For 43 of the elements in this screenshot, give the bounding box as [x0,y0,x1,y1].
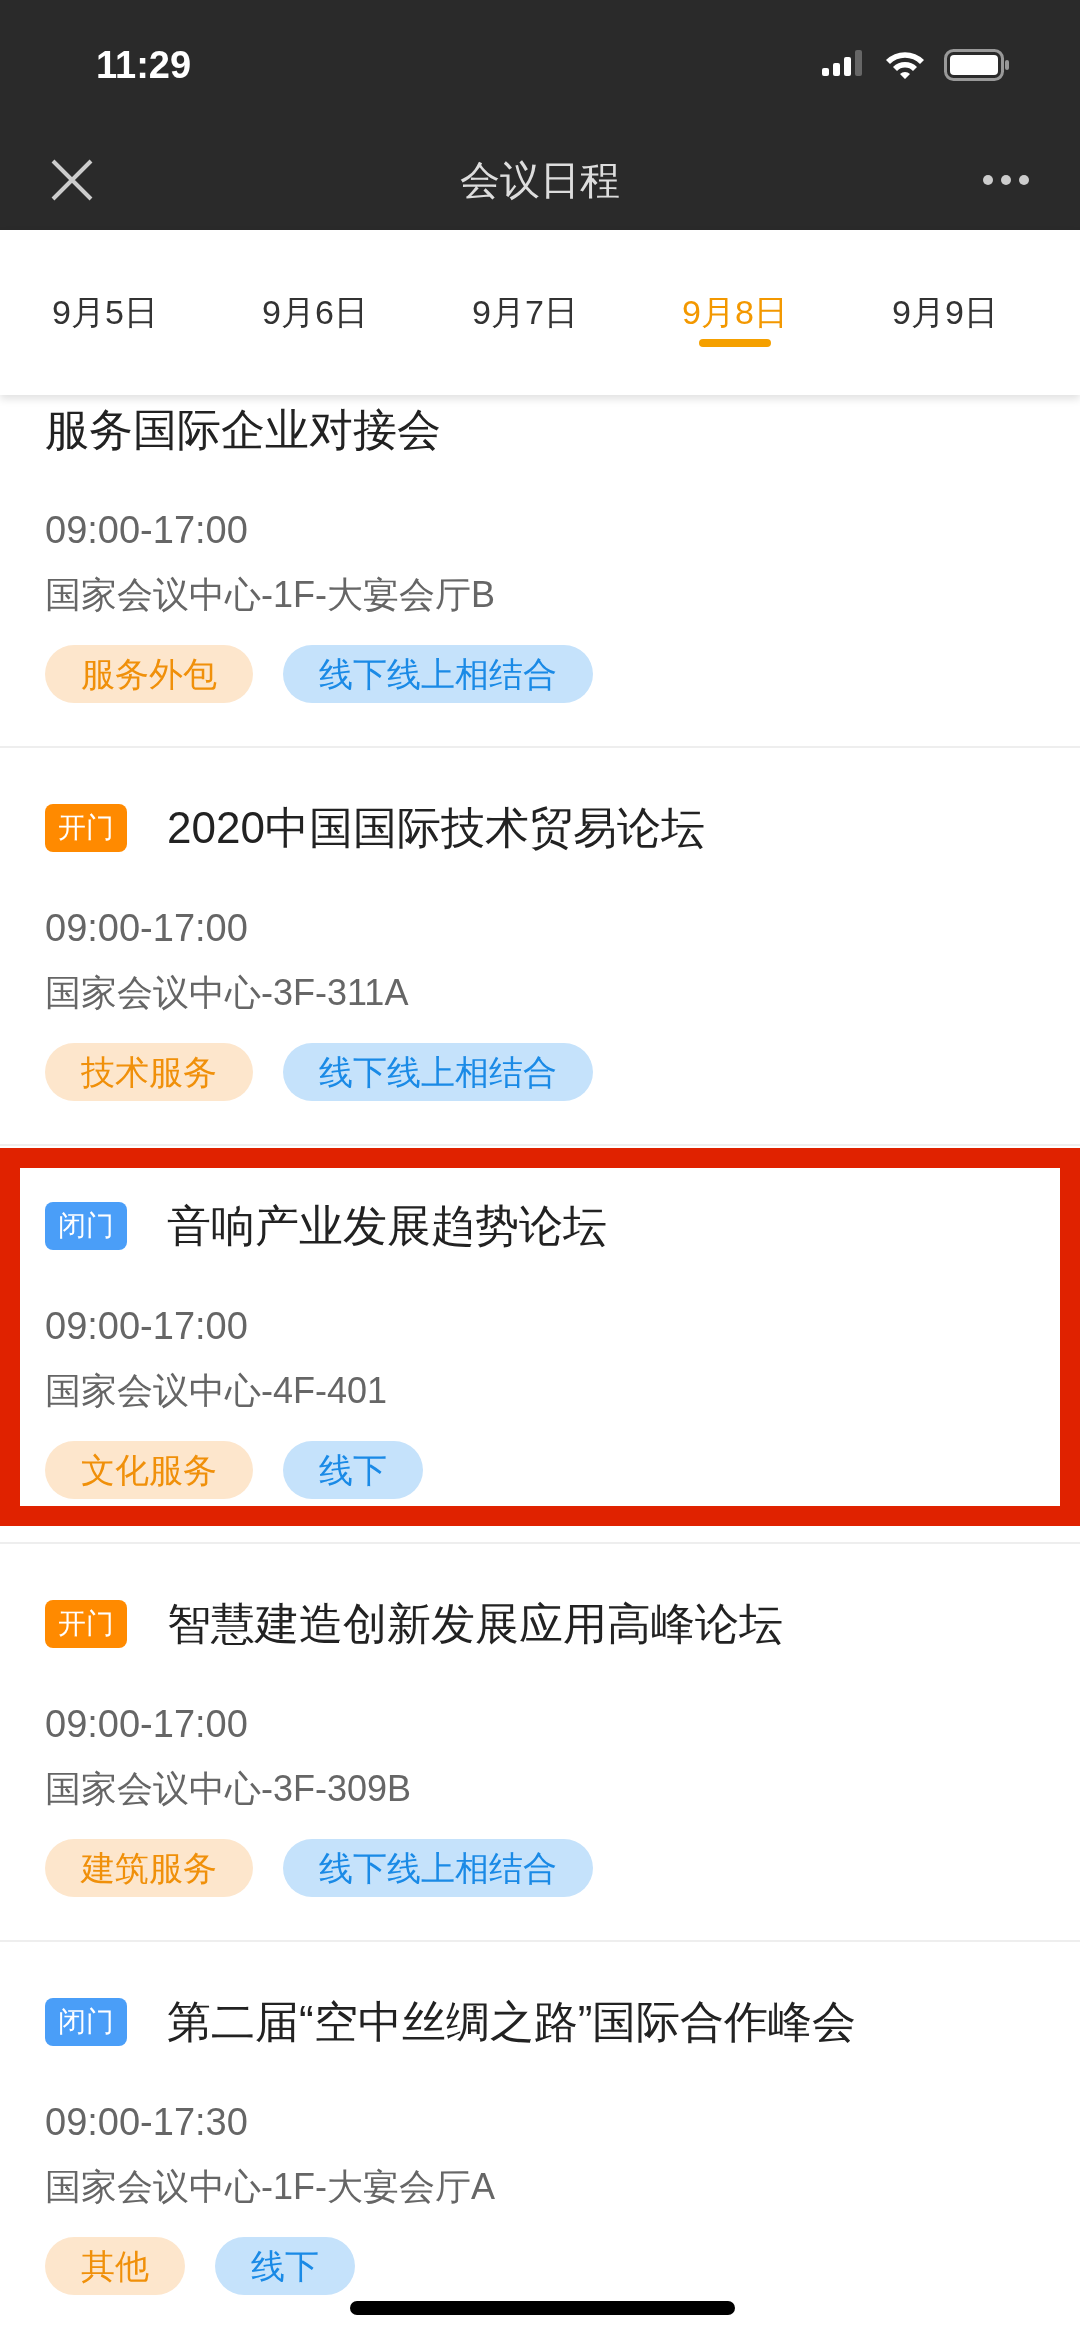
tag: 技术服务 [45,1043,253,1101]
tag: 其他 [45,2237,185,2295]
status-badge: 闭门 [45,1202,127,1250]
wifi-icon [884,50,926,80]
session-location: 国家会议中心-3F-309B [45,1767,413,1811]
session-time: 09:00-17:00 [45,508,249,552]
session-time: 09:00-17:00 [45,906,249,950]
tag: 建筑服务 [45,1839,253,1897]
session-title: 音响产业发展趋势论坛 [167,1200,607,1252]
session-title: 2020中国国际技术贸易论坛 [167,802,705,854]
date-tab[interactable]: 9月6日 [210,230,420,395]
session-location: 国家会议中心-4F-401 [45,1369,389,1413]
tag: 服务外包 [45,645,253,703]
session-time: 09:00-17:00 [45,1304,249,1348]
tag: 文化服务 [45,1441,253,1499]
status-badge: 闭门 [45,1998,127,2046]
tag: 线下线上相结合 [283,1839,593,1897]
tag: 线下 [283,1441,423,1499]
status-badge: 开门 [45,1600,127,1648]
session-title: 第二届“空中丝绸之路”国际合作峰会 [167,1996,857,2048]
tag: 线下线上相结合 [283,1043,593,1101]
session-card[interactable]: 服务国际企业对接会 09:00-17:00 国家会议中心-1F-大宴会厅B 服务外包 线下线上相结合 [0,395,1080,748]
status-badge: 开门 [45,804,127,852]
close-icon[interactable] [50,158,94,202]
session-card[interactable]: 闭门 音响产业发展趋势论坛 09:00-17:00 国家会议中心-4F-401 文化服务 线下 [0,1146,1080,1544]
date-tab[interactable]: 9月9日 [840,230,1050,395]
more-icon[interactable] [982,174,1030,186]
session-location: 国家会议中心-3F-311A [45,971,410,1015]
session-location: 国家会议中心-1F-大宴会厅B [45,573,496,617]
session-time: 09:00-17:30 [45,2100,249,2144]
battery-icon [944,49,1010,81]
session-location: 国家会议中心-1F-大宴会厅A [45,2165,496,2209]
tag: 线下 [215,2237,355,2295]
session-time: 09:00-17:00 [45,1702,249,1746]
session-title: 智慧建造创新发展应用高峰论坛 [167,1598,783,1650]
page-title: 会议日程 [460,157,620,204]
date-tab[interactable]: 9月7日 [420,230,630,395]
tag: 线下线上相结合 [283,645,593,703]
session-card[interactable]: 开门 2020中国国际技术贸易论坛 09:00-17:00 国家会议中心-3F-311A 技术服务 线下线上相结合 [0,748,1080,1146]
status-time: 11:29 [96,42,192,88]
date-tab[interactable]: 9月5日 [0,230,210,395]
session-title: 服务国际企业对接会 [45,404,441,456]
session-card[interactable]: 开门 智慧建造创新发展应用高峰论坛 09:00-17:00 国家会议中心-3F-309B 建筑服务 线下线上相结合 [0,1544,1080,1942]
